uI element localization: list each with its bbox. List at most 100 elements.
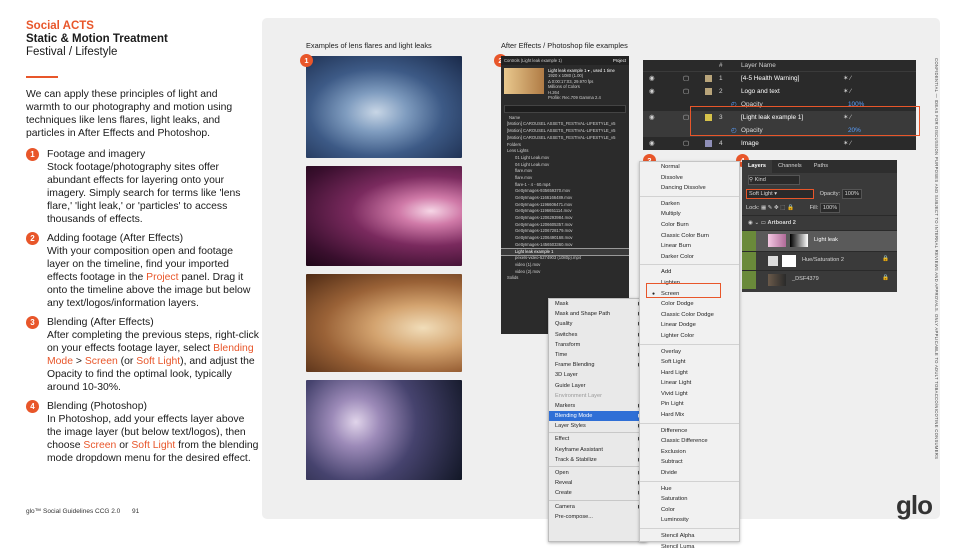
project-item[interactable]: GettyImages-1196651114.mov [501, 208, 629, 215]
blend-mode-option[interactable]: Subtract [640, 457, 739, 468]
blend-mode-option[interactable]: Hard Light [640, 368, 739, 379]
blend-mode-option[interactable]: Linear Dodge [640, 320, 739, 331]
blend-mode-option[interactable]: Darken [640, 199, 739, 210]
ps-layer-light-leak[interactable]: Light leak [742, 230, 897, 251]
context-menu-item[interactable]: Effect▶ [549, 434, 646, 444]
blend-mode-option[interactable]: Divide [640, 468, 739, 479]
tab-project[interactable]: Project [613, 56, 626, 65]
eye-icon[interactable] [742, 231, 756, 251]
context-menu-item[interactable]: Open▶ [549, 468, 646, 478]
eye-icon[interactable]: ◉ [649, 72, 655, 85]
context-menu-item[interactable]: Create▶ [549, 488, 646, 498]
project-item[interactable]: GettyImages-1206293984.mov [501, 215, 629, 222]
label-color-swatch[interactable] [705, 140, 712, 147]
blend-mode-option[interactable]: Stencil Luma [640, 542, 739, 552]
project-item[interactable]: GettyImages-1166166489.mov [501, 195, 629, 202]
context-menu-item[interactable]: Markers▶ [549, 401, 646, 411]
label-color-swatch[interactable] [705, 75, 712, 82]
project-item[interactable]: pexels-video-5274903 (1080p).mp4 [501, 255, 629, 262]
context-menu-item[interactable]: Transform▶ [549, 340, 646, 350]
blend-mode-select[interactable]: Soft Light ▾ [746, 189, 814, 199]
project-search-input[interactable] [504, 105, 626, 114]
chevron-down-icon[interactable]: ⌄ ▭ [754, 220, 767, 226]
lock-icon[interactable]: ▢ [683, 72, 689, 85]
blend-mode-option[interactable]: Dancing Dissolve [640, 183, 739, 194]
tab-controls[interactable]: Controls (Light leak example 1) [504, 56, 613, 65]
blend-mode-option[interactable]: Add [640, 267, 739, 278]
ps-layer-hue-saturation[interactable]: Hue/Saturation 2 🔒 [742, 251, 897, 270]
blend-mode-option[interactable]: Linear Burn [640, 241, 739, 252]
project-item[interactable]: Lens Lights [501, 148, 629, 155]
project-item[interactable]: [Motion] CAROUSEL ASSETS_FESTIVAL-LIFEST… [501, 135, 629, 142]
blend-mode-option[interactable]: Pin Light [640, 399, 739, 410]
context-menu-item[interactable]: Switches▶ [549, 330, 646, 340]
blend-mode-option[interactable]: Classic Color Burn [640, 231, 739, 242]
context-menu-item[interactable]: Frame Blending▶ [549, 360, 646, 370]
lock-icons[interactable]: ▦ ✎ ✥ ⬚ 🔒 [761, 205, 794, 211]
blend-mode-option[interactable]: Hue [640, 484, 739, 495]
project-item[interactable]: GettyImages-1456503360.mov [501, 242, 629, 249]
project-item[interactable]: 01 Light Leak.mov [501, 155, 629, 162]
blend-mode-option[interactable]: Color Burn [640, 220, 739, 231]
eye-icon[interactable]: ◉ [748, 220, 753, 226]
context-menu-item[interactable]: Reveal▶ [549, 478, 646, 488]
context-menu-item[interactable]: Blending Mode▶ [549, 411, 646, 422]
context-menu-item[interactable]: Layer Styles▶ [549, 421, 646, 431]
context-menu-item[interactable]: Keyframe Assistant▶ [549, 445, 646, 455]
blend-mode-option[interactable]: Saturation [640, 494, 739, 505]
project-item[interactable]: Folders [501, 142, 629, 149]
blend-mode-option[interactable]: Hard Mix [640, 410, 739, 421]
project-item[interactable]: video (2).mov [501, 269, 629, 276]
artboard-row[interactable]: ◉ ⌄ ▭ Artboard 2 [742, 215, 897, 230]
layer-switches[interactable]: ✶ ∕ [843, 85, 851, 98]
layer-switches[interactable]: ✶ ∕ [843, 72, 851, 85]
eye-icon[interactable]: ◉ [649, 85, 655, 98]
blend-mode-option[interactable]: Normal [640, 162, 739, 173]
ae-layer-row[interactable]: ◉ ▢ 1 [4-5 Health Warning] ✶ ∕ [643, 72, 916, 85]
blend-mode-option[interactable]: Luminosity [640, 515, 739, 526]
context-menu-item[interactable]: Mask▶ [549, 299, 646, 309]
context-menu-item[interactable]: Camera▶ [549, 502, 646, 512]
blend-mode-option[interactable]: Difference [640, 426, 739, 437]
ae-layer-row[interactable]: ◉ ▢ 2 Logo and text ✶ ∕ [643, 85, 916, 98]
eye-icon[interactable]: ◉ [649, 137, 655, 150]
kind-filter-select[interactable]: ⚲ Kind [748, 175, 800, 185]
blend-mode-option[interactable]: Overlay [640, 347, 739, 358]
blend-mode-option[interactable]: Darker Color [640, 252, 739, 263]
eye-icon[interactable]: ◉ [649, 111, 655, 124]
project-item[interactable]: GettyImages-1196606471.mov [501, 202, 629, 209]
project-item[interactable]: Solids [501, 275, 629, 282]
project-item[interactable]: GettyImages-935659370.mov [501, 188, 629, 195]
blend-mode-option[interactable]: Color [640, 505, 739, 516]
tab-paths[interactable]: Paths [808, 160, 834, 173]
blend-mode-option[interactable]: Dissolve [640, 173, 739, 184]
blend-mode-option[interactable]: Lighter Color [640, 331, 739, 342]
tab-channels[interactable]: Channels [772, 160, 808, 173]
eye-icon[interactable] [742, 252, 756, 270]
context-menu-item[interactable]: Guide Layer [549, 381, 646, 391]
blend-mode-option[interactable]: Color Dodge [640, 299, 739, 310]
context-menu-item[interactable]: Pre-compose... [549, 512, 646, 522]
lock-icon[interactable]: ▢ [683, 111, 689, 124]
fill-input[interactable]: 100% [819, 203, 841, 213]
context-menu-item[interactable]: 3D Layer [549, 370, 646, 380]
ae-layer-row[interactable]: ◉ ▢ 4 Image ✶ ∕ [643, 137, 916, 150]
blend-mode-option[interactable]: Multiply [640, 209, 739, 220]
lock-icon[interactable]: ▢ [683, 137, 689, 150]
project-item[interactable]: GettyImages-1206490168.mov [501, 235, 629, 242]
layer-switches[interactable]: ✶ ∕ [843, 137, 851, 150]
project-item[interactable]: [Motion] CAROUSEL ASSETS_FESTIVAL-LIFEST… [501, 128, 629, 135]
blend-mode-option[interactable]: Classic Difference [640, 436, 739, 447]
blend-mode-option[interactable]: Stencil Alpha [640, 531, 739, 542]
project-item[interactable]: video (1).mov [501, 262, 629, 269]
context-menu-item[interactable]: Time▶ [549, 350, 646, 360]
context-menu-item[interactable]: Track & Stabilize▶ [549, 455, 646, 465]
ps-layer-image[interactable]: _DSF4379 🔒 [742, 270, 897, 289]
context-menu-item[interactable]: Quality▶ [549, 319, 646, 329]
context-menu-item[interactable]: Mask and Shape Path▶ [549, 309, 646, 319]
project-item[interactable]: flare-1 - 4 - 60.mp4 [501, 182, 629, 189]
blend-mode-option[interactable]: Vivid Light [640, 389, 739, 400]
project-item[interactable]: GettyImages-1206728179.mov [501, 228, 629, 235]
blend-mode-option[interactable]: Linear Light [640, 378, 739, 389]
project-item[interactable]: flare.mov [501, 168, 629, 175]
